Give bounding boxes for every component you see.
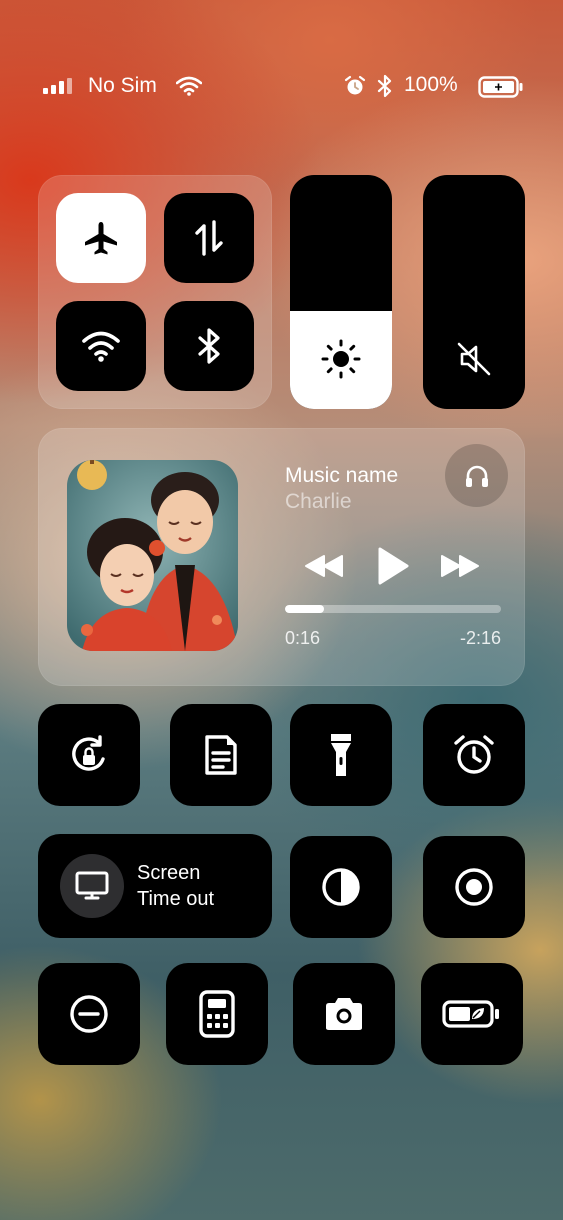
audio-output-button[interactable] <box>445 444 508 507</box>
signal-icon <box>43 78 73 94</box>
carrier-label: No Sim <box>88 74 157 97</box>
brightness-slider[interactable] <box>290 175 392 409</box>
wifi-icon <box>175 76 203 101</box>
calculator-icon <box>199 990 235 1038</box>
screen-timeout-icon-bg <box>60 854 124 918</box>
rotation-lock-icon <box>72 735 105 771</box>
screen-timeout-label-line1: Screen <box>137 862 201 884</box>
do-not-disturb-button[interactable] <box>38 963 140 1065</box>
bluetooth-icon <box>198 328 220 364</box>
track-artist: Charlie <box>285 490 352 513</box>
record-icon <box>455 868 493 906</box>
battery-icon <box>478 76 524 103</box>
playback-progress[interactable] <box>285 605 501 613</box>
status-bar: No Sim 100% <box>0 70 563 104</box>
minus-circle-icon <box>70 995 108 1033</box>
play-icon <box>378 547 409 585</box>
brightness-icon <box>321 339 361 379</box>
camera-button[interactable] <box>293 963 395 1065</box>
alarm-button[interactable] <box>423 704 525 806</box>
rewind-button[interactable] <box>304 552 344 580</box>
play-button[interactable] <box>376 546 410 586</box>
flashlight-button[interactable] <box>290 704 392 806</box>
airplane-mode-button[interactable] <box>56 193 146 283</box>
contrast-icon <box>322 868 360 906</box>
battery-saver-icon <box>442 1000 499 1028</box>
notes-button[interactable] <box>170 704 272 806</box>
playback-progress-fill <box>285 605 324 613</box>
album-art <box>67 460 238 651</box>
cellular-data-button[interactable] <box>164 193 254 283</box>
alarm-clock-icon <box>454 735 494 774</box>
color-invert-button[interactable] <box>290 836 392 938</box>
camera-icon <box>326 998 362 1030</box>
speaker-muted-icon <box>457 342 491 376</box>
screen-timeout-label: Screen Time out <box>137 860 214 912</box>
track-title: Music name <box>285 464 399 487</box>
bluetooth-button[interactable] <box>164 301 254 391</box>
headphones-icon <box>465 465 488 487</box>
wifi-button[interactable] <box>56 301 146 391</box>
bluetooth-icon <box>376 74 394 103</box>
remaining-time: -2:16 <box>459 628 501 648</box>
cellular-data-icon <box>195 220 223 256</box>
wifi-icon <box>82 331 120 362</box>
fast-forward-button[interactable] <box>440 552 480 580</box>
rotation-lock-button[interactable] <box>38 704 140 806</box>
flashlight-icon <box>331 734 351 776</box>
screen-record-button[interactable] <box>423 836 525 938</box>
rewind-icon <box>305 555 343 577</box>
alarm-icon <box>344 75 366 102</box>
calculator-button[interactable] <box>166 963 268 1065</box>
notes-icon <box>205 735 237 775</box>
low-power-mode-button[interactable] <box>421 963 523 1065</box>
battery-percent: 100% <box>404 73 458 96</box>
airplane-icon <box>85 222 117 255</box>
fast-forward-icon <box>441 555 479 577</box>
elapsed-time: 0:16 <box>285 628 321 648</box>
monitor-icon <box>75 871 109 900</box>
screen-timeout-label-line2: Time out <box>137 888 215 910</box>
volume-slider[interactable] <box>423 175 525 409</box>
